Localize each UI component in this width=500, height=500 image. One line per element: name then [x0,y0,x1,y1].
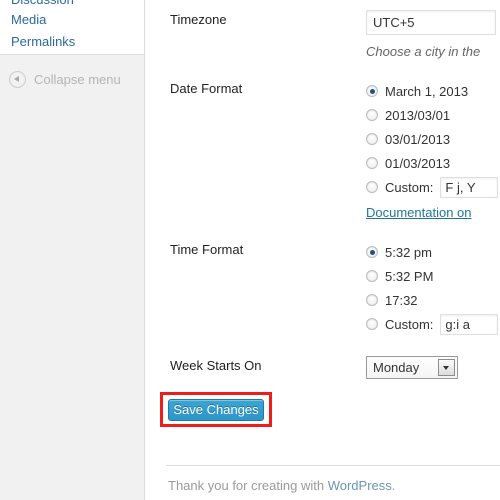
wordpress-link[interactable]: WordPress [328,478,392,493]
collapse-menu-label: Collapse menu [34,71,121,87]
radio-icon[interactable] [366,157,378,169]
date-format-custom-input[interactable]: F j, Y [440,176,499,198]
date-format-field: March 1, 2013 2013/03/01 03/01/2013 01/0… [366,69,500,230]
date-format-custom-row[interactable]: Custom: F j, Y [366,175,500,199]
footer-credit: Thank you for creating with WordPress. [168,478,395,493]
sidebar-item-media[interactable]: Media [0,9,144,31]
week-starts-on-value: Monday [373,360,420,375]
admin-sidebar: Discussion Media Permalinks Collapse men… [0,0,145,500]
save-changes-button[interactable]: Save Changes [168,399,264,421]
time-format-custom-label: Custom: [385,316,434,332]
date-format-option-label: March 1, 2013 [385,83,469,99]
radio-icon[interactable] [366,181,378,193]
footer-divider [166,465,500,466]
collapse-left-triangle-icon [9,70,26,88]
time-format-row: Time Format 5:32 pm 5:32 PM 17:32 Custom… [146,230,500,346]
radio-icon[interactable] [366,85,378,97]
date-format-row: Date Format March 1, 2013 2013/03/01 03/… [146,69,500,230]
week-starts-on-field: Monday [366,346,500,389]
time-format-field: 5:32 pm 5:32 PM 17:32 Custom: g:i a [366,230,500,346]
date-format-option-2[interactable]: 03/01/2013 [366,127,500,151]
timezone-select[interactable]: UTC+5 [366,10,496,35]
date-format-label: Date Format [170,81,243,96]
time-format-option-2[interactable]: 17:32 [366,288,500,312]
radio-icon[interactable] [366,294,378,306]
week-starts-on-label: Week Starts On [170,358,262,373]
date-format-option-3[interactable]: 01/03/2013 [366,151,500,175]
date-format-option-label: 2013/03/01 [385,107,451,123]
time-format-option-1[interactable]: 5:32 PM [366,264,500,288]
radio-icon[interactable] [366,133,378,145]
sidebar-item-permalinks[interactable]: Permalinks [0,31,144,53]
date-format-option-label: 03/01/2013 [385,131,451,147]
timezone-row: Timezone UTC+5 Choose a city in the [146,0,500,69]
timezone-label: Timezone [170,12,227,27]
submit-area: Save Changes [146,392,500,432]
date-format-custom-label: Custom: [385,179,434,195]
date-format-option-0[interactable]: March 1, 2013 [366,79,500,103]
week-starts-on-select[interactable]: Monday [366,356,458,379]
date-format-documentation-link[interactable]: Documentation on [366,205,472,220]
date-format-option-1[interactable]: 2013/03/01 [366,103,500,127]
sidebar-item-discussion[interactable]: Discussion [0,0,144,9]
date-format-option-label: 01/03/2013 [385,155,451,171]
collapse-menu-button[interactable]: Collapse menu [0,66,144,92]
week-starts-on-row: Week Starts On Monday [146,346,500,389]
settings-content: Timezone UTC+5 Choose a city in the Date… [146,0,500,500]
radio-icon[interactable] [366,109,378,121]
time-format-option-label: 5:32 pm [385,244,432,260]
radio-icon[interactable] [366,246,378,258]
time-format-custom-row[interactable]: Custom: g:i a [366,312,500,336]
timezone-help-text: Choose a city in the [366,44,481,59]
chevron-down-icon[interactable] [438,359,455,376]
time-format-label: Time Format [170,242,244,257]
footer-text-before: Thank you for creating with [168,478,328,493]
footer-text-after: . [391,478,396,493]
general-settings-form: Timezone UTC+5 Choose a city in the Date… [146,0,500,389]
radio-icon[interactable] [366,270,378,282]
sidebar-menu: Discussion Media Permalinks [0,0,144,55]
time-format-option-label: 5:32 PM [385,268,434,284]
timezone-field: UTC+5 Choose a city in the [366,0,500,69]
time-format-option-label: 17:32 [385,292,418,308]
time-format-custom-input[interactable]: g:i a [440,313,499,335]
radio-icon[interactable] [366,318,378,330]
time-format-option-0[interactable]: 5:32 pm [366,240,500,264]
